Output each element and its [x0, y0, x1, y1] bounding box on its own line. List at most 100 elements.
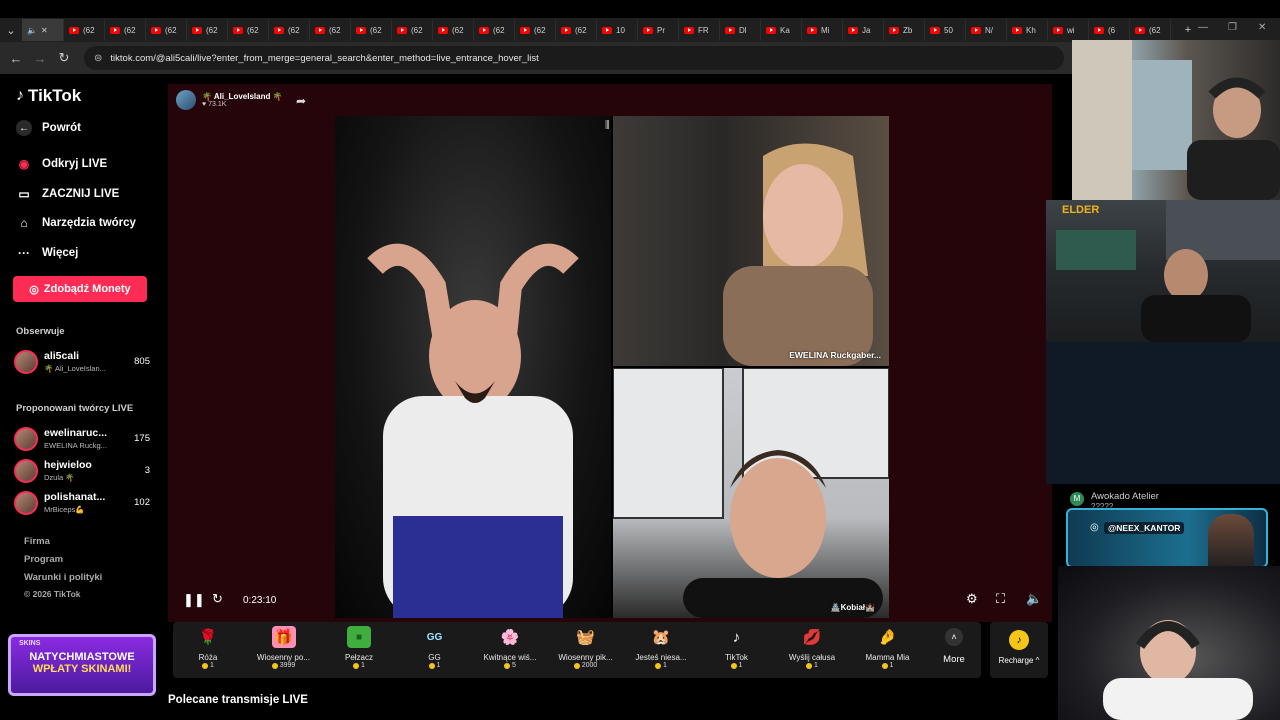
youtube-icon	[1094, 26, 1104, 34]
forward-arrow-icon[interactable]: →	[28, 51, 52, 66]
settings-icon[interactable]: ⚙	[966, 591, 978, 607]
share-icon[interactable]: ➦	[296, 94, 306, 108]
guest-bottom-pane[interactable]: 🏯Kobiał🏰	[613, 368, 889, 618]
browser-tab[interactable]: (62	[515, 19, 556, 41]
gift-price-value: 1	[814, 662, 818, 669]
active-tab[interactable]: 🔈 ✕	[22, 19, 64, 41]
browser-tab[interactable]: Dl	[720, 19, 761, 41]
youtube-icon	[1135, 26, 1145, 34]
youtube-icon	[643, 26, 653, 34]
gift-name: Wiosenny po...	[257, 653, 310, 662]
nav-item[interactable]: ▭ ZACZNIJ LIVE	[16, 186, 119, 202]
gift-item[interactable]: 🌸 Kwitnące wiś... 5	[472, 624, 548, 669]
back-arrow-icon[interactable]: ←	[4, 51, 28, 66]
gift-item[interactable]: 🤌 Mamma Mia 1	[850, 624, 926, 669]
gift-item[interactable]: 🌹 Róża 1	[170, 624, 246, 669]
get-coins-button[interactable]: ◎ Zdobądź Monety	[13, 276, 147, 302]
browser-tab[interactable]: (62	[392, 19, 433, 41]
tiktok-logo[interactable]: ♪ TikTok	[16, 86, 81, 106]
creator-row[interactable]: ali5cali 🌴 Ali_LoveIslan... 805	[14, 348, 150, 376]
browser-tab[interactable]: (62	[1130, 19, 1171, 41]
creator-row[interactable]: hejwieloo Dzula 🌴 3	[14, 457, 150, 485]
youtube-icon	[766, 26, 776, 34]
recharge-button[interactable]: ♪ Recharge ^	[990, 622, 1048, 678]
split-screen-icon: ⫼	[605, 120, 610, 131]
gift-bar: 🌹 Róża 1 🎁 Wiosenny po... 3999 ■ Pełzacz 1 GG GG 1 🌸…	[173, 622, 981, 678]
nav-item[interactable]: ⌂ Narzędzia twórcy	[16, 215, 136, 231]
browser-tab[interactable]: (62	[105, 19, 146, 41]
live-video[interactable]: ⫼ EWELINA Ruckgaber... 🏯Kobiał🏰	[335, 116, 889, 618]
gift-item[interactable]: 💋 Wyślij całusa 1	[774, 624, 850, 669]
close-window-icon[interactable]: ✕	[1258, 22, 1266, 33]
browser-tab[interactable]: Ja	[843, 19, 884, 41]
new-tab-button[interactable]: +	[1177, 20, 1199, 40]
creator-subtitle: EWELINA Ruckg...	[44, 441, 107, 450]
browser-tab[interactable]: FR	[679, 19, 720, 41]
back-link[interactable]: ← Powrót	[16, 120, 81, 136]
browser-tab[interactable]: (6	[1089, 19, 1130, 41]
browser-tab[interactable]: (62	[351, 19, 392, 41]
url-field[interactable]: ⊜ tiktok.com/@ali5cali/live?enter_from_m…	[84, 46, 1064, 70]
reload-icon[interactable]: ↻	[52, 50, 76, 66]
youtube-icon	[438, 26, 448, 34]
browser-tab[interactable]: N/	[966, 19, 1007, 41]
browser-tab[interactable]: (62	[64, 19, 105, 41]
browser-tab[interactable]: (62	[146, 19, 187, 41]
gift-icon: ■	[347, 626, 371, 648]
nav-item[interactable]: ◉ Odkryj LIVE	[16, 156, 107, 172]
close-tab-icon[interactable]: ✕	[41, 26, 48, 35]
site-info-icon[interactable]: ⊜	[94, 53, 102, 64]
fullscreen-icon[interactable]: ⛶	[996, 591, 1005, 607]
tab-label: wi	[1067, 25, 1075, 35]
gift-name: TikTok	[725, 653, 748, 662]
browser-tab[interactable]: Kh	[1007, 19, 1048, 41]
browser-tab[interactable]: (62	[310, 19, 351, 41]
more-label: More	[943, 654, 965, 665]
more-gifts-button[interactable]: ˄ More	[934, 628, 974, 665]
gift-item[interactable]: 🐹 Jesteś niesa... 1	[623, 624, 699, 669]
host-video-pane[interactable]	[335, 116, 611, 618]
gift-price-value: 3999	[279, 662, 296, 669]
gift-item[interactable]: 🧺 Wiosenny pik... 2000	[548, 624, 624, 669]
gift-item[interactable]: ■ Pełzacz 1	[321, 624, 397, 669]
live-avatar-icon: ◉	[18, 157, 30, 171]
footer-link[interactable]: Firma	[24, 536, 50, 547]
gift-item[interactable]: GG GG 1	[397, 624, 473, 670]
browser-tab[interactable]: Mi	[802, 19, 843, 41]
footer-link[interactable]: Program	[24, 554, 63, 565]
guest-top-pane[interactable]: EWELINA Ruckgaber...	[613, 116, 889, 366]
refresh-icon[interactable]: ↻	[212, 591, 223, 607]
browser-tab[interactable]: 10	[597, 19, 638, 41]
browser-tab[interactable]: (62	[556, 19, 597, 41]
footer-link[interactable]: Warunki i polityki	[24, 572, 102, 583]
tab-label: (62	[1149, 25, 1161, 35]
tab-label: (62	[83, 25, 95, 35]
tab-list-chevron-icon[interactable]: ⌄	[0, 20, 22, 40]
gift-price: 1	[774, 662, 850, 669]
gift-item[interactable]: ♪ TikTok 1	[699, 624, 775, 670]
browser-tab[interactable]: 50	[925, 19, 966, 41]
host-info[interactable]: 🌴 Ali_LoveIsland 🌴 ♥ 73.1K	[176, 90, 283, 110]
browser-tab[interactable]: Zb	[884, 19, 925, 41]
browser-tab[interactable]: (62	[474, 19, 515, 41]
browser-tab[interactable]: (62	[269, 19, 310, 41]
browser-tab[interactable]: wi	[1048, 19, 1089, 41]
browser-tab[interactable]: (62	[433, 19, 474, 41]
host-name[interactable]: 🌴 Ali_LoveIsland 🌴	[202, 92, 283, 101]
browser-tab[interactable]: (62	[228, 19, 269, 41]
minimize-icon[interactable]: —	[1198, 22, 1208, 33]
youtube-icon	[151, 26, 161, 34]
creator-row[interactable]: ewelinaruc... EWELINA Ruckg... 175	[14, 425, 150, 453]
creator-row[interactable]: polishanat... MrBiceps💪 102	[14, 489, 150, 517]
browser-tab[interactable]: Ka	[761, 19, 802, 41]
browser-tab[interactable]: Pr	[638, 19, 679, 41]
host-avatar[interactable]	[176, 90, 196, 110]
browser-tab[interactable]: (62	[187, 19, 228, 41]
pause-icon[interactable]: ❚❚	[183, 592, 205, 608]
nav-item[interactable]: ··· Więcej	[16, 245, 78, 261]
maximize-icon[interactable]: ❐	[1228, 22, 1237, 33]
gift-item[interactable]: 🎁 Wiosenny po... 3999	[246, 624, 322, 669]
volume-icon[interactable]: 🔈	[1026, 591, 1042, 607]
host-likes: ♥ 73.1K	[202, 101, 227, 108]
sidebar: ♪ TikTok ← Powrót ◉ Odkryj LIVE ▭ ZACZNIJ L…	[0, 74, 168, 720]
